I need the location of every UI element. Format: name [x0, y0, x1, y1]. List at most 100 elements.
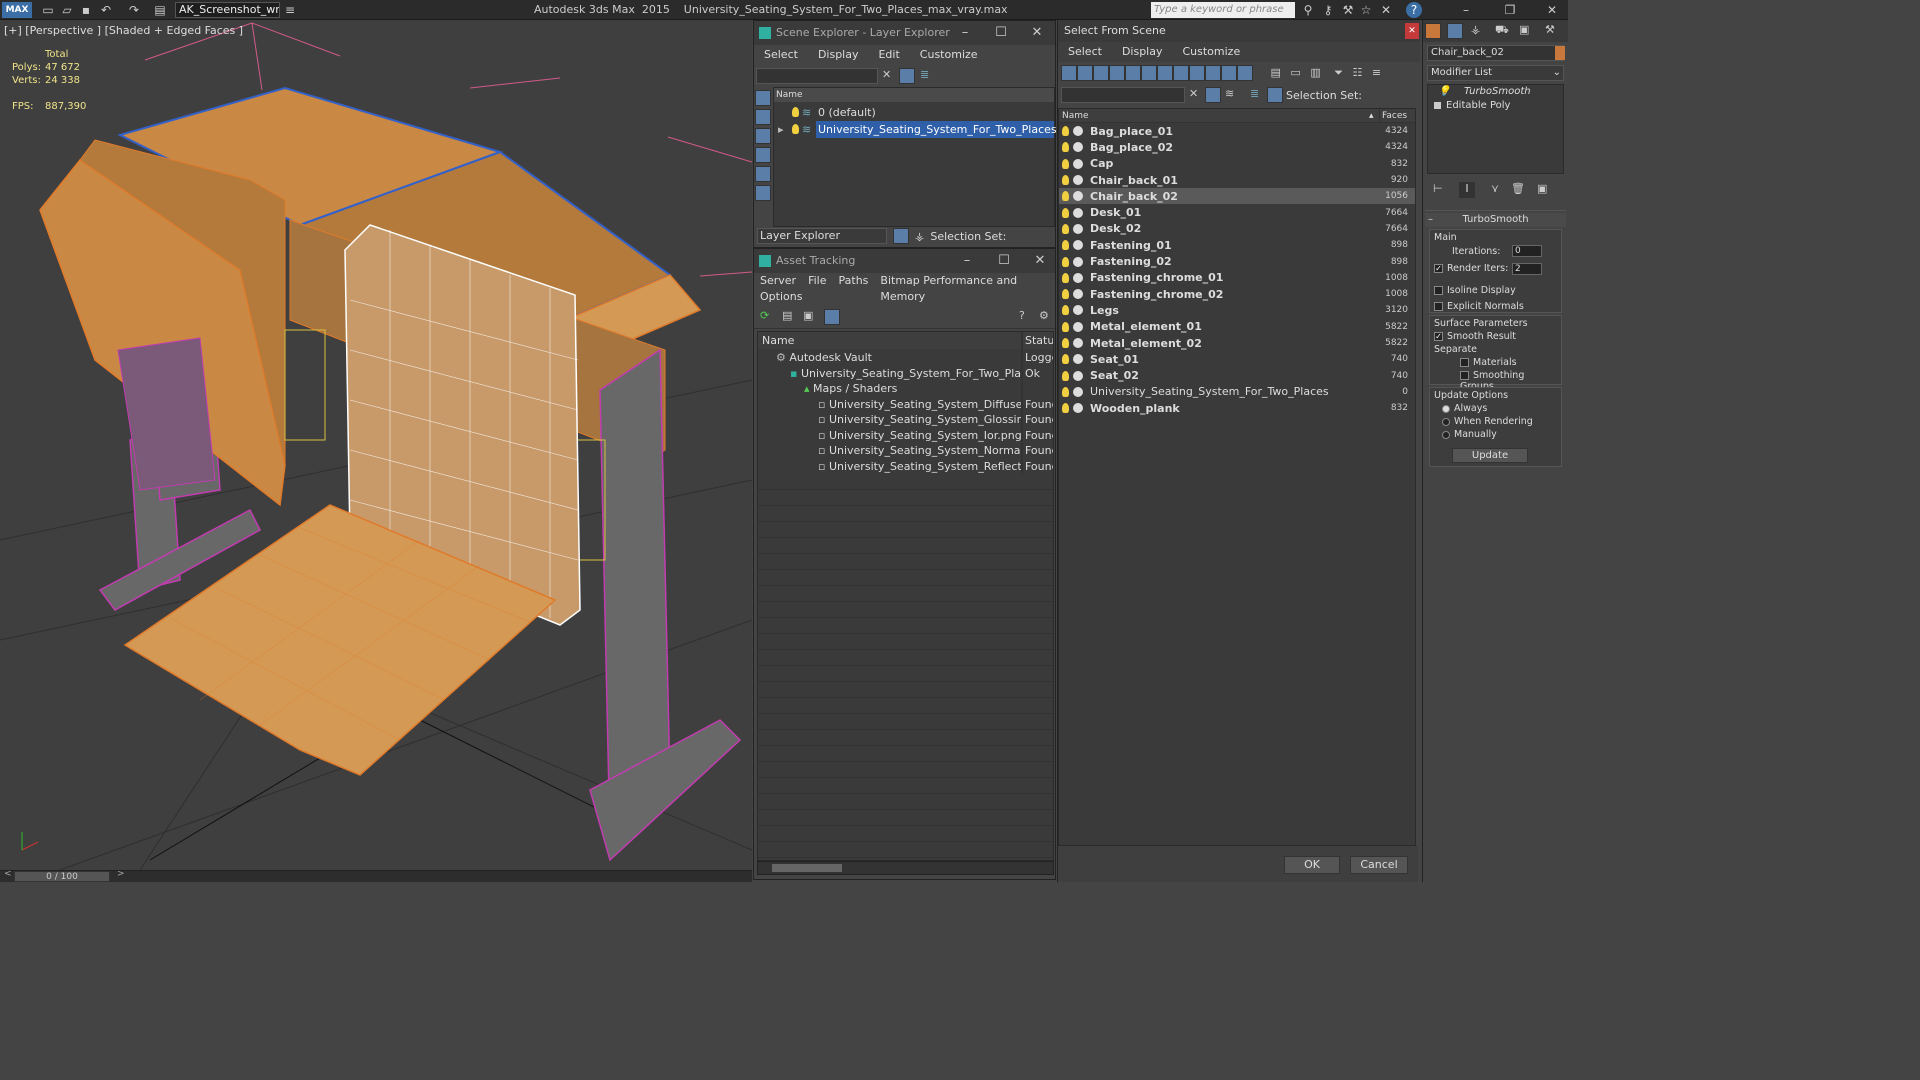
menu-paths[interactable]: Paths	[839, 273, 869, 289]
object-row[interactable]: Bag_place_01 4324	[1059, 123, 1415, 139]
frame-indicator[interactable]: 0 / 100	[14, 871, 110, 882]
object-row[interactable]: Metal_element_02 5822	[1059, 335, 1415, 351]
light-bulb-icon[interactable]	[1062, 289, 1069, 300]
col-name-header[interactable]: Name	[758, 332, 1022, 349]
object-row[interactable]: Desk_01 7664	[1059, 204, 1415, 220]
minimize-icon[interactable]: –	[949, 249, 985, 273]
cancel-button[interactable]: Cancel	[1350, 856, 1408, 874]
filter-hidden-icon[interactable]	[1237, 65, 1253, 81]
light-bulb-icon[interactable]	[1062, 240, 1069, 251]
layer-row[interactable]: ≋ 0 (default)	[774, 104, 1054, 121]
object-row[interactable]: Cap 832	[1059, 156, 1415, 172]
light-bulb-icon[interactable]	[1062, 191, 1069, 202]
asset-row[interactable]: ▫ University_Seating_System_Diffuse.pngF…	[758, 396, 1053, 412]
find-case-icon[interactable]	[1205, 87, 1221, 103]
menu-customize[interactable]: Customize	[1182, 42, 1240, 62]
create-tab-icon[interactable]	[1425, 23, 1441, 39]
col-status-header[interactable]: Status	[1022, 332, 1053, 349]
menu-bitmap-performance[interactable]: Bitmap Performance and Memory	[880, 273, 1055, 303]
search-input[interactable]: Type a keyword or phrase	[1151, 2, 1295, 18]
prev-frame-icon[interactable]: <	[4, 869, 12, 879]
render-iters-checkbox[interactable]: ✓	[1434, 264, 1443, 273]
display-none-icon[interactable]	[755, 90, 771, 106]
display-geometry-icon[interactable]	[755, 128, 771, 144]
smoothing-groups-checkbox[interactable]	[1460, 371, 1469, 380]
object-row[interactable]: University_Seating_System_For_Two_Places…	[1059, 384, 1415, 400]
funnel-icon[interactable]: ⏷	[1334, 66, 1343, 79]
close-icon[interactable]: ✕	[1405, 23, 1419, 39]
horizontal-scrollbar[interactable]	[757, 861, 1054, 875]
asset-row[interactable]: ▫ University_Seating_System_Glossiness.p…	[758, 412, 1053, 428]
light-bulb-icon[interactable]	[1062, 403, 1069, 414]
stack-item-turbosmooth[interactable]: 💡 TurboSmooth	[1428, 85, 1563, 99]
scrollbar-thumb[interactable]	[772, 864, 842, 872]
restore-icon[interactable]: ❐	[1502, 2, 1518, 18]
filter-icon[interactable]	[899, 68, 915, 84]
help-icon[interactable]: ?	[1019, 309, 1025, 322]
light-bulb-icon[interactable]	[1062, 370, 1069, 381]
asset-row[interactable]: ▫ University_Seating_System_Reflection.p…	[758, 458, 1053, 474]
save-icon[interactable]: ▪	[78, 2, 94, 18]
project-folder-icon[interactable]: ▤	[152, 2, 168, 18]
display-helpers-icon[interactable]	[755, 185, 771, 201]
time-slider[interactable]: < 0 / 100 >	[0, 869, 752, 882]
modifier-list-dropdown[interactable]: Modifier List ⌄	[1427, 65, 1564, 81]
filter-helpers-icon[interactable]	[1125, 65, 1141, 81]
pin-stack-icon[interactable]: ⊢	[1433, 182, 1443, 195]
object-row[interactable]: Seat_02 740	[1059, 367, 1415, 383]
menu-display[interactable]: Display	[1122, 42, 1163, 62]
open-file-icon[interactable]: ▱	[59, 2, 75, 18]
object-row[interactable]: Fastening_01 898	[1059, 237, 1415, 253]
object-row[interactable]: Chair_back_02 1056	[1059, 188, 1415, 205]
clear-filter-icon[interactable]: ✕	[882, 68, 891, 81]
layer-manager-icon[interactable]	[893, 228, 909, 244]
workspace-menu-icon[interactable]: ≡	[282, 2, 298, 18]
select-invert-icon[interactable]: ▥	[1310, 66, 1320, 79]
close-icon[interactable]: ✕	[1022, 249, 1058, 273]
filter-groups-icon[interactable]	[1157, 65, 1173, 81]
light-bulb-icon[interactable]	[1062, 354, 1069, 365]
light-bulb-icon[interactable]	[1062, 338, 1069, 348]
col-faces-header[interactable]: Faces	[1379, 109, 1407, 123]
menu-file[interactable]: File	[808, 273, 826, 289]
motion-tab-icon[interactable]: ⛟	[1495, 23, 1509, 38]
object-row[interactable]: Metal_element_01 5822	[1059, 319, 1415, 335]
show-end-result-icon[interactable]: I	[1459, 182, 1475, 198]
scene-filter-input[interactable]	[756, 68, 878, 84]
light-bulb-icon[interactable]	[792, 107, 799, 117]
make-unique-icon[interactable]: ⋎	[1491, 182, 1499, 195]
configure-sets-icon[interactable]: ▣	[1537, 182, 1547, 195]
explorer-type-dropdown[interactable]: Layer Explorer	[757, 228, 887, 244]
filter-bones-icon[interactable]	[1189, 65, 1205, 81]
perspective-viewport[interactable]: [+] [Perspective ] [Shaded + Edged Faces…	[0, 20, 752, 870]
object-name-field[interactable]: Chair_back_02	[1427, 45, 1565, 61]
object-row[interactable]: Chair_back_01 920	[1059, 172, 1415, 188]
minimize-icon[interactable]: –	[1458, 2, 1474, 18]
object-color-swatch[interactable]	[1555, 46, 1565, 60]
col-name-header[interactable]: Name	[1062, 109, 1089, 123]
expand-arrow-icon[interactable]: ▸	[778, 121, 784, 138]
select-all-icon[interactable]: ▤	[1271, 66, 1281, 79]
hierarchy-icon[interactable]: ⚶	[915, 230, 924, 243]
light-bulb-icon[interactable]	[1062, 126, 1069, 137]
ok-button[interactable]: OK	[1284, 856, 1340, 874]
display-cameras-icon[interactable]	[755, 166, 771, 182]
filter-xrefs-icon[interactable]	[1173, 65, 1189, 81]
layer-row-selected[interactable]: ▸ ≋ University_Seating_System_For_Two_Pl…	[778, 121, 1057, 138]
app-logo[interactable]: MAX	[2, 2, 32, 18]
sort-arrow-icon[interactable]: ▴	[1369, 109, 1374, 123]
asset-row[interactable]: ⚙ Autodesk Vault Logged	[758, 350, 1053, 366]
explicit-normals-checkbox[interactable]	[1434, 302, 1443, 311]
layer-display-icon[interactable]: ≋	[1225, 87, 1234, 100]
table-view-icon[interactable]	[824, 309, 840, 325]
modifier-bulb-icon[interactable]: 💡	[1438, 85, 1450, 99]
close-icon[interactable]: ✕	[1019, 21, 1055, 45]
undo-icon[interactable]: ↶	[98, 2, 114, 18]
next-frame-icon[interactable]: >	[117, 869, 125, 879]
asset-row[interactable]: ▴ Maps / Shaders	[758, 381, 1053, 397]
filter-lights-icon[interactable]	[1093, 65, 1109, 81]
viewport-label[interactable]: [+] [Perspective ] [Shaded + Edged Faces…	[4, 24, 243, 37]
binoculars-icon[interactable]: ⚲	[1300, 2, 1316, 18]
filter-containers-icon[interactable]	[1205, 65, 1221, 81]
menu-edit[interactable]: Edit	[878, 45, 899, 65]
